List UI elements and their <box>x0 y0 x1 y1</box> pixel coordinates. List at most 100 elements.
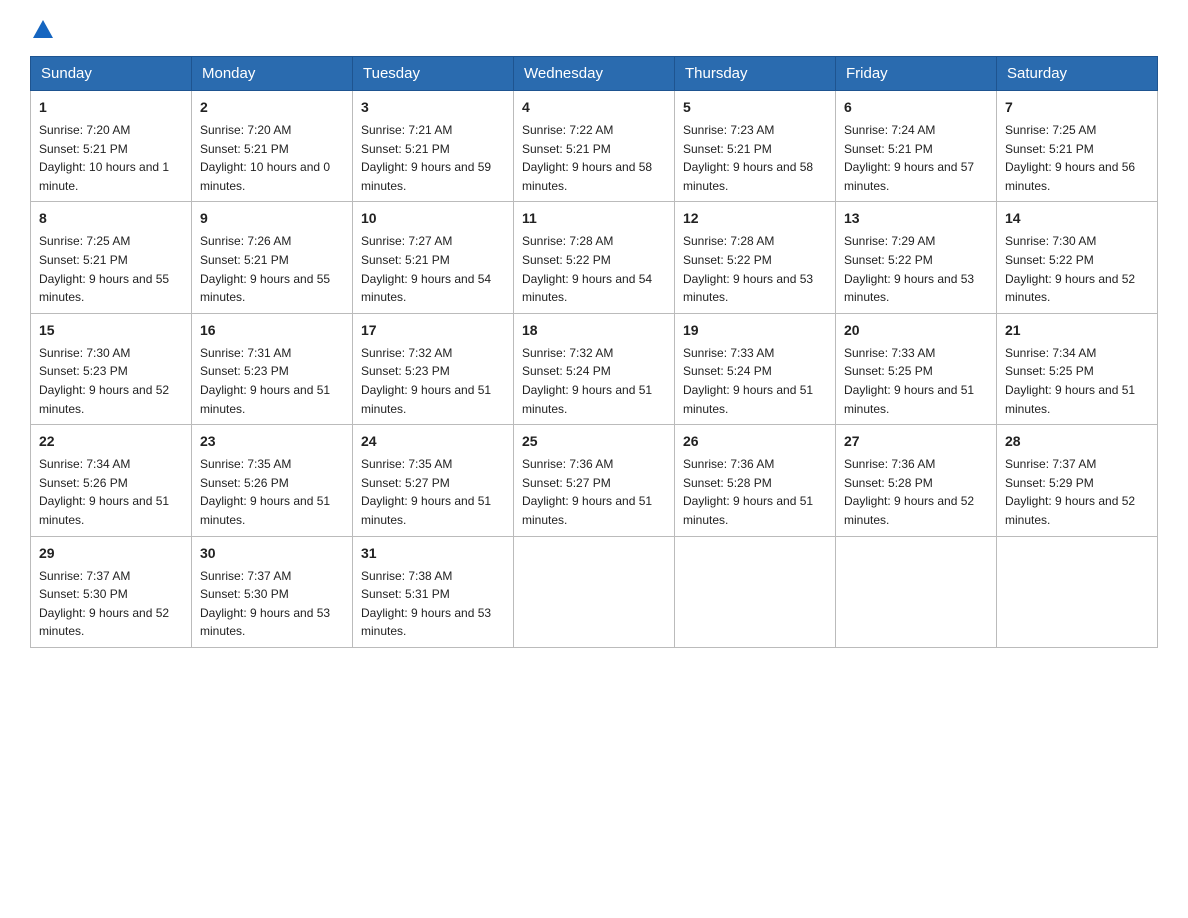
calendar-day-cell <box>997 536 1158 647</box>
calendar-day-cell: 5 Sunrise: 7:23 AM Sunset: 5:21 PM Dayli… <box>675 91 836 202</box>
day-info: Sunrise: 7:38 AM Sunset: 5:31 PM Dayligh… <box>361 567 505 641</box>
day-number: 26 <box>683 431 827 452</box>
day-number: 23 <box>200 431 344 452</box>
calendar-day-cell: 15 Sunrise: 7:30 AM Sunset: 5:23 PM Dayl… <box>31 313 192 424</box>
day-info: Sunrise: 7:37 AM Sunset: 5:30 PM Dayligh… <box>200 567 344 641</box>
day-info: Sunrise: 7:29 AM Sunset: 5:22 PM Dayligh… <box>844 232 988 306</box>
day-info: Sunrise: 7:35 AM Sunset: 5:27 PM Dayligh… <box>361 455 505 529</box>
calendar-day-cell: 16 Sunrise: 7:31 AM Sunset: 5:23 PM Dayl… <box>192 313 353 424</box>
calendar-day-cell: 6 Sunrise: 7:24 AM Sunset: 5:21 PM Dayli… <box>836 91 997 202</box>
logo <box>30 20 53 38</box>
day-number: 24 <box>361 431 505 452</box>
day-number: 25 <box>522 431 666 452</box>
day-of-week-header: Monday <box>192 57 353 91</box>
day-number: 10 <box>361 208 505 229</box>
calendar-day-cell: 3 Sunrise: 7:21 AM Sunset: 5:21 PM Dayli… <box>353 91 514 202</box>
calendar-table: SundayMondayTuesdayWednesdayThursdayFrid… <box>30 56 1158 648</box>
calendar-day-cell: 9 Sunrise: 7:26 AM Sunset: 5:21 PM Dayli… <box>192 202 353 313</box>
day-info: Sunrise: 7:30 AM Sunset: 5:23 PM Dayligh… <box>39 344 183 418</box>
calendar-day-cell: 21 Sunrise: 7:34 AM Sunset: 5:25 PM Dayl… <box>997 313 1158 424</box>
page-header <box>30 20 1158 38</box>
day-info: Sunrise: 7:22 AM Sunset: 5:21 PM Dayligh… <box>522 121 666 195</box>
day-info: Sunrise: 7:27 AM Sunset: 5:21 PM Dayligh… <box>361 232 505 306</box>
day-info: Sunrise: 7:20 AM Sunset: 5:21 PM Dayligh… <box>200 121 344 195</box>
calendar-day-cell: 27 Sunrise: 7:36 AM Sunset: 5:28 PM Dayl… <box>836 425 997 536</box>
day-number: 21 <box>1005 320 1149 341</box>
calendar-day-cell: 14 Sunrise: 7:30 AM Sunset: 5:22 PM Dayl… <box>997 202 1158 313</box>
calendar-day-cell: 10 Sunrise: 7:27 AM Sunset: 5:21 PM Dayl… <box>353 202 514 313</box>
day-number: 8 <box>39 208 183 229</box>
day-info: Sunrise: 7:37 AM Sunset: 5:29 PM Dayligh… <box>1005 455 1149 529</box>
calendar-day-cell: 25 Sunrise: 7:36 AM Sunset: 5:27 PM Dayl… <box>514 425 675 536</box>
calendar-day-cell: 31 Sunrise: 7:38 AM Sunset: 5:31 PM Dayl… <box>353 536 514 647</box>
day-number: 27 <box>844 431 988 452</box>
calendar-day-cell: 8 Sunrise: 7:25 AM Sunset: 5:21 PM Dayli… <box>31 202 192 313</box>
day-number: 7 <box>1005 97 1149 118</box>
day-number: 9 <box>200 208 344 229</box>
calendar-day-cell: 11 Sunrise: 7:28 AM Sunset: 5:22 PM Dayl… <box>514 202 675 313</box>
calendar-day-cell: 29 Sunrise: 7:37 AM Sunset: 5:30 PM Dayl… <box>31 536 192 647</box>
day-number: 4 <box>522 97 666 118</box>
calendar-day-cell: 28 Sunrise: 7:37 AM Sunset: 5:29 PM Dayl… <box>997 425 1158 536</box>
day-number: 16 <box>200 320 344 341</box>
day-of-week-header: Wednesday <box>514 57 675 91</box>
day-number: 22 <box>39 431 183 452</box>
day-number: 29 <box>39 543 183 564</box>
calendar-day-cell: 22 Sunrise: 7:34 AM Sunset: 5:26 PM Dayl… <box>31 425 192 536</box>
day-info: Sunrise: 7:25 AM Sunset: 5:21 PM Dayligh… <box>39 232 183 306</box>
day-info: Sunrise: 7:24 AM Sunset: 5:21 PM Dayligh… <box>844 121 988 195</box>
day-info: Sunrise: 7:37 AM Sunset: 5:30 PM Dayligh… <box>39 567 183 641</box>
calendar-day-cell <box>836 536 997 647</box>
day-info: Sunrise: 7:20 AM Sunset: 5:21 PM Dayligh… <box>39 121 183 195</box>
day-info: Sunrise: 7:33 AM Sunset: 5:25 PM Dayligh… <box>844 344 988 418</box>
day-info: Sunrise: 7:32 AM Sunset: 5:23 PM Dayligh… <box>361 344 505 418</box>
day-number: 2 <box>200 97 344 118</box>
day-info: Sunrise: 7:25 AM Sunset: 5:21 PM Dayligh… <box>1005 121 1149 195</box>
day-info: Sunrise: 7:36 AM Sunset: 5:28 PM Dayligh… <box>844 455 988 529</box>
day-info: Sunrise: 7:32 AM Sunset: 5:24 PM Dayligh… <box>522 344 666 418</box>
day-number: 14 <box>1005 208 1149 229</box>
day-number: 18 <box>522 320 666 341</box>
day-number: 15 <box>39 320 183 341</box>
day-of-week-header: Friday <box>836 57 997 91</box>
day-info: Sunrise: 7:28 AM Sunset: 5:22 PM Dayligh… <box>683 232 827 306</box>
day-number: 20 <box>844 320 988 341</box>
day-number: 6 <box>844 97 988 118</box>
calendar-day-cell <box>514 536 675 647</box>
calendar-day-cell: 30 Sunrise: 7:37 AM Sunset: 5:30 PM Dayl… <box>192 536 353 647</box>
day-info: Sunrise: 7:36 AM Sunset: 5:27 PM Dayligh… <box>522 455 666 529</box>
calendar-week-row: 1 Sunrise: 7:20 AM Sunset: 5:21 PM Dayli… <box>31 91 1158 202</box>
day-number: 1 <box>39 97 183 118</box>
day-info: Sunrise: 7:26 AM Sunset: 5:21 PM Dayligh… <box>200 232 344 306</box>
day-of-week-header: Sunday <box>31 57 192 91</box>
calendar-day-cell: 23 Sunrise: 7:35 AM Sunset: 5:26 PM Dayl… <box>192 425 353 536</box>
calendar-week-row: 15 Sunrise: 7:30 AM Sunset: 5:23 PM Dayl… <box>31 313 1158 424</box>
calendar-day-cell: 26 Sunrise: 7:36 AM Sunset: 5:28 PM Dayl… <box>675 425 836 536</box>
calendar-day-cell: 20 Sunrise: 7:33 AM Sunset: 5:25 PM Dayl… <box>836 313 997 424</box>
calendar-day-cell: 24 Sunrise: 7:35 AM Sunset: 5:27 PM Dayl… <box>353 425 514 536</box>
calendar-week-row: 22 Sunrise: 7:34 AM Sunset: 5:26 PM Dayl… <box>31 425 1158 536</box>
day-of-week-header: Thursday <box>675 57 836 91</box>
day-info: Sunrise: 7:34 AM Sunset: 5:26 PM Dayligh… <box>39 455 183 529</box>
calendar-day-cell: 12 Sunrise: 7:28 AM Sunset: 5:22 PM Dayl… <box>675 202 836 313</box>
calendar-day-cell: 4 Sunrise: 7:22 AM Sunset: 5:21 PM Dayli… <box>514 91 675 202</box>
day-info: Sunrise: 7:36 AM Sunset: 5:28 PM Dayligh… <box>683 455 827 529</box>
calendar-day-cell: 18 Sunrise: 7:32 AM Sunset: 5:24 PM Dayl… <box>514 313 675 424</box>
day-info: Sunrise: 7:33 AM Sunset: 5:24 PM Dayligh… <box>683 344 827 418</box>
calendar-day-cell: 19 Sunrise: 7:33 AM Sunset: 5:24 PM Dayl… <box>675 313 836 424</box>
day-number: 5 <box>683 97 827 118</box>
day-number: 17 <box>361 320 505 341</box>
calendar-day-cell: 17 Sunrise: 7:32 AM Sunset: 5:23 PM Dayl… <box>353 313 514 424</box>
day-info: Sunrise: 7:23 AM Sunset: 5:21 PM Dayligh… <box>683 121 827 195</box>
day-info: Sunrise: 7:21 AM Sunset: 5:21 PM Dayligh… <box>361 121 505 195</box>
day-number: 19 <box>683 320 827 341</box>
day-number: 3 <box>361 97 505 118</box>
calendar-week-row: 29 Sunrise: 7:37 AM Sunset: 5:30 PM Dayl… <box>31 536 1158 647</box>
calendar-day-cell <box>675 536 836 647</box>
day-of-week-header: Saturday <box>997 57 1158 91</box>
calendar-day-cell: 1 Sunrise: 7:20 AM Sunset: 5:21 PM Dayli… <box>31 91 192 202</box>
day-number: 13 <box>844 208 988 229</box>
day-info: Sunrise: 7:34 AM Sunset: 5:25 PM Dayligh… <box>1005 344 1149 418</box>
day-info: Sunrise: 7:30 AM Sunset: 5:22 PM Dayligh… <box>1005 232 1149 306</box>
day-info: Sunrise: 7:28 AM Sunset: 5:22 PM Dayligh… <box>522 232 666 306</box>
